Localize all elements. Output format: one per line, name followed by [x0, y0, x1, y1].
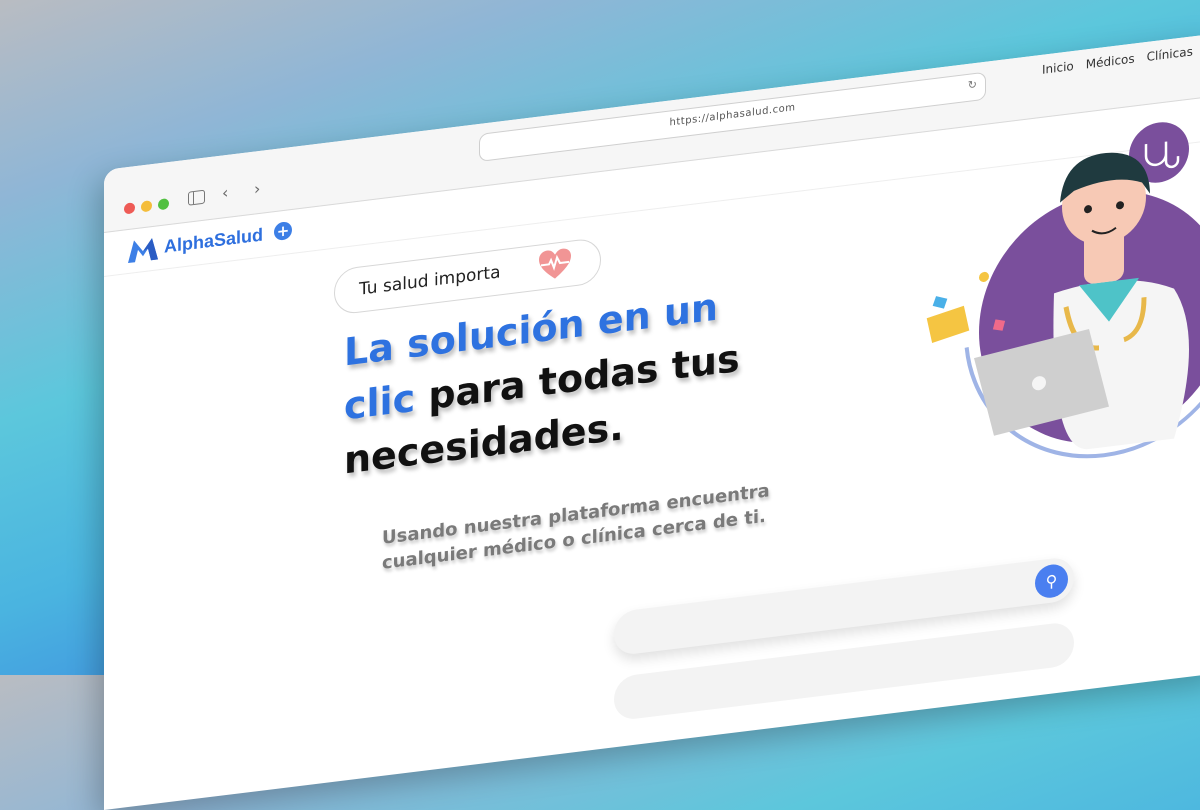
- hero-subtext: Usando nuestra plataforma encuentra cual…: [382, 474, 802, 576]
- site-nav: Inicio Médicos Clínicas: [1042, 44, 1193, 77]
- heart-icon: [539, 248, 571, 279]
- doctor-illustration: [926, 122, 1200, 459]
- nav-link-clinicas[interactable]: Clínicas: [1147, 44, 1193, 64]
- logo-mark-icon[interactable]: [126, 235, 160, 265]
- browser-window: ‹ › https://alphasalud.com ↻ Inicio Médi…: [104, 32, 1200, 810]
- reload-icon[interactable]: ↻: [968, 78, 977, 92]
- forward-arrow-icon[interactable]: ›: [254, 179, 260, 199]
- back-arrow-icon[interactable]: ‹: [222, 183, 228, 203]
- plus-icon: +: [274, 220, 292, 242]
- nav-link-medicos[interactable]: Médicos: [1086, 51, 1135, 71]
- nav-link-inicio[interactable]: Inicio: [1042, 59, 1074, 77]
- close-window-button[interactable]: [124, 202, 135, 215]
- screenshot-stage: ‹ › https://alphasalud.com ↻ Inicio Médi…: [0, 0, 1200, 810]
- minimize-window-button[interactable]: [141, 200, 152, 213]
- logo-text[interactable]: AlphaSalud: [164, 224, 263, 257]
- sidebar-icon[interactable]: [188, 189, 205, 206]
- search-icon[interactable]: ⚲: [1035, 562, 1068, 600]
- headline-blue-word: clic: [344, 375, 416, 429]
- maximize-window-button[interactable]: [158, 198, 169, 211]
- tagline-text: Tu salud importa: [359, 262, 501, 300]
